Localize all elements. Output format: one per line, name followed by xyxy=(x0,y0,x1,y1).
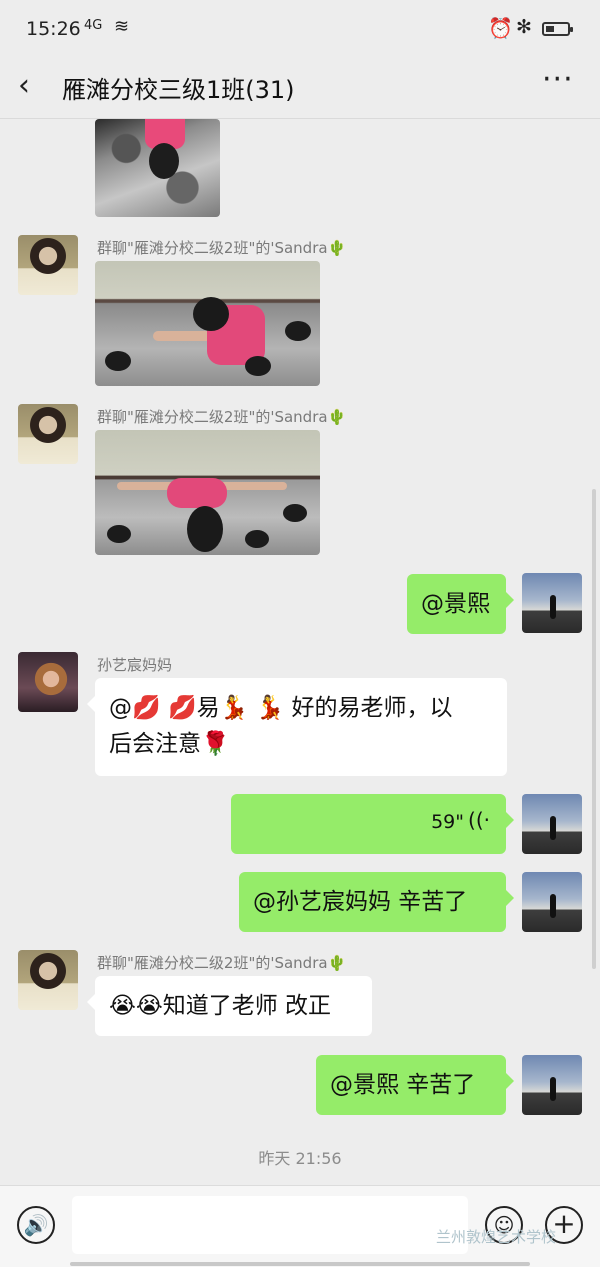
signal-icon: 4G xyxy=(84,18,103,33)
wifi-icon: ≋ xyxy=(114,16,130,37)
message-bubble[interactable]: @景熙 xyxy=(407,574,514,634)
avatar[interactable] xyxy=(522,794,582,854)
back-icon[interactable]: ‹ xyxy=(18,68,30,103)
message-line: @💋 💋易💃 💃 好的易老师，以 xyxy=(109,695,453,721)
message-photo[interactable] xyxy=(95,430,320,555)
chat-area[interactable]: 群聊"雁滩分校二级2班"的'Sandra🌵 群聊"雁滩分校二级2班"的'Sand… xyxy=(0,119,600,1185)
message-bubble[interactable]: @💋 💋易💃 💃 好的易老师，以 后会注意🌹 xyxy=(87,678,507,776)
message-bubble[interactable]: @孙艺宸妈妈 辛苦了 xyxy=(239,872,514,932)
avatar[interactable] xyxy=(522,872,582,932)
scrollbar[interactable] xyxy=(592,489,596,969)
message-line: 后会注意🌹 xyxy=(109,731,230,757)
voice-wave-icon: ((· xyxy=(468,808,490,832)
avatar[interactable] xyxy=(18,404,78,464)
voice-input-button[interactable]: 🔊 xyxy=(17,1206,55,1244)
avatar[interactable] xyxy=(18,652,78,712)
voice-message[interactable]: 59" ((· xyxy=(231,794,514,854)
status-time: 15:26 xyxy=(26,18,81,40)
voice-duration: 59" xyxy=(431,811,464,833)
sender-name: 群聊"雁滩分校二级2班"的'Sandra🌵 xyxy=(97,954,347,972)
message-timestamp: 昨天 21:56 xyxy=(258,1149,342,1168)
chat-title: 雁滩分校三级1班(31) xyxy=(62,76,295,104)
message-input[interactable] xyxy=(72,1196,468,1254)
sender-name: 群聊"雁滩分校二级2班"的'Sandra🌵 xyxy=(97,239,347,257)
avatar[interactable] xyxy=(522,1055,582,1115)
gesture-bar xyxy=(70,1262,530,1266)
sender-name: 孙艺宸妈妈 xyxy=(97,656,173,674)
chat-header: ‹ 雁滩分校三级1班(31) ··· xyxy=(0,58,600,119)
battery-icon xyxy=(542,22,573,36)
message-bubble[interactable]: 😭😭知道了老师 改正 xyxy=(87,976,372,1036)
bluetooth-icon: ✻ xyxy=(516,16,532,38)
status-bar: 15:26 4G ≋ ⏰ ✻ xyxy=(0,0,600,58)
alarm-icon: ⏰ xyxy=(488,16,513,40)
avatar[interactable] xyxy=(18,235,78,295)
watermark: 兰州敦煌艺术学校 xyxy=(436,1228,557,1246)
message-photo[interactable] xyxy=(95,261,320,386)
avatar[interactable] xyxy=(522,573,582,633)
avatar[interactable] xyxy=(18,950,78,1010)
message-bubble[interactable]: @景熙 辛苦了 xyxy=(316,1055,514,1115)
message-photo[interactable] xyxy=(95,119,220,217)
more-options-icon[interactable]: ··· xyxy=(542,62,574,97)
sender-name: 群聊"雁滩分校二级2班"的'Sandra🌵 xyxy=(97,408,347,426)
